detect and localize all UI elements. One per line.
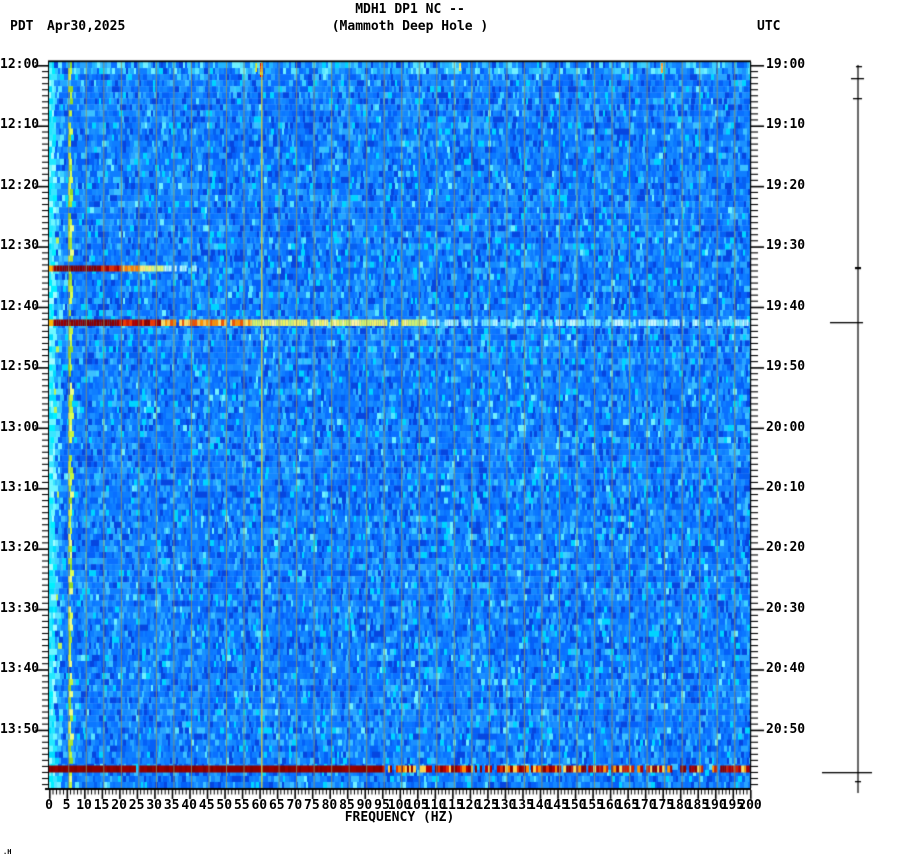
time-label-utc: 19:10 xyxy=(766,117,806,133)
time-label-utc: 20:50 xyxy=(766,721,806,737)
time-label-utc: 20:30 xyxy=(766,600,806,616)
date-label: Apr30,2025 xyxy=(47,19,126,34)
time-label-pdt: 12:30 xyxy=(0,238,40,254)
x-axis-title: FREQUENCY (HZ) xyxy=(344,810,455,825)
page-title: MDH1 DP1 NC -- xyxy=(355,2,465,17)
time-label-pdt: 12:00 xyxy=(0,57,40,72)
time-label-utc: 19:20 xyxy=(766,177,806,193)
time-label-utc: 20:00 xyxy=(766,419,806,435)
time-label-pdt: 12:50 xyxy=(0,359,40,375)
time-label-pdt: 12:20 xyxy=(0,177,40,193)
time-label-pdt: 13:10 xyxy=(0,479,40,495)
time-label-pdt: 13:30 xyxy=(0,600,40,616)
timezone-left-label: PDT xyxy=(10,19,34,34)
time-label-pdt: 13:20 xyxy=(0,540,40,556)
footer-mark: .H xyxy=(3,848,12,856)
time-label-utc: 20:20 xyxy=(766,540,806,556)
time-label-pdt: 13:50 xyxy=(0,721,40,737)
timezone-right-label: UTC xyxy=(757,19,781,34)
time-label-utc: 19:50 xyxy=(766,359,806,375)
time-label-utc: 19:30 xyxy=(766,238,806,254)
spectrogram-page: MDH1 DP1 NC -- (Mammoth Deep Hole ) PDT … xyxy=(0,0,902,864)
time-label-utc: 20:10 xyxy=(766,479,806,495)
freq-tick-label: 200 xyxy=(738,798,762,813)
time-label-utc: 19:40 xyxy=(766,298,806,314)
time-label-utc: 20:40 xyxy=(766,661,806,677)
time-label-utc: 19:00 xyxy=(766,57,806,72)
time-label-pdt: 13:40 xyxy=(0,661,40,677)
time-label-pdt: 12:10 xyxy=(0,117,40,133)
time-label-pdt: 12:40 xyxy=(0,298,40,314)
time-label-pdt: 13:00 xyxy=(0,419,40,435)
